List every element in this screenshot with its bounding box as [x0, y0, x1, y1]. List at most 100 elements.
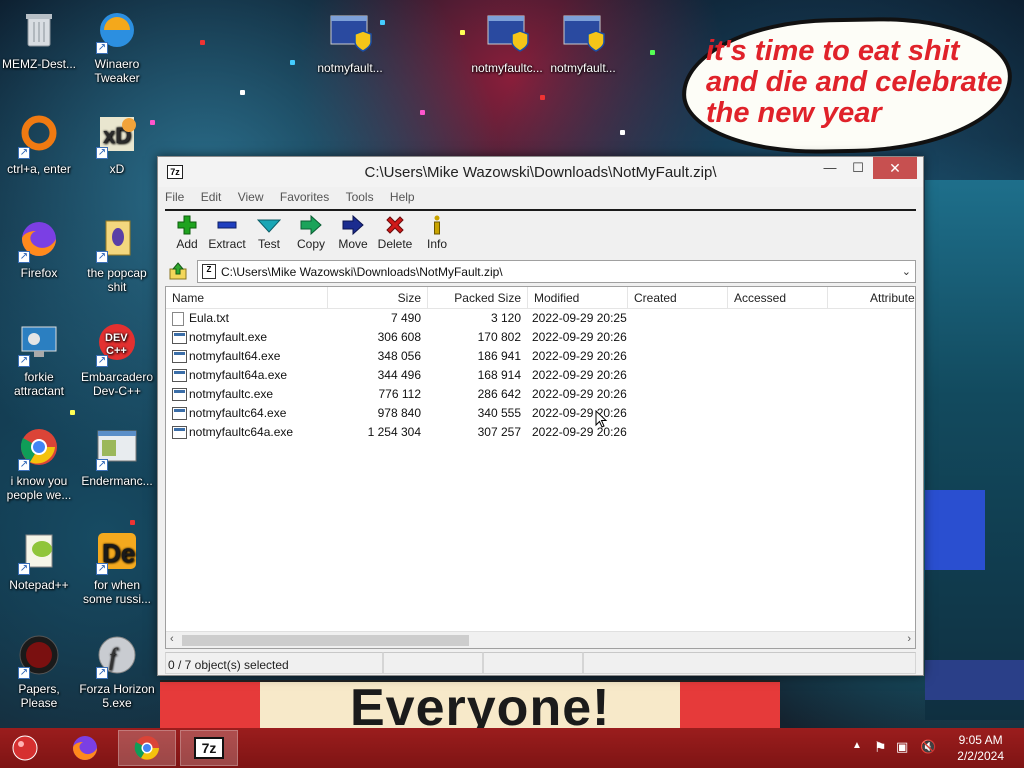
desktop-icon-winaero[interactable]: ↗ Winaero Tweaker [79, 8, 155, 85]
close-button[interactable]: ✕ [873, 157, 917, 179]
delete-button[interactable]: Delete [373, 213, 417, 251]
zip-archive-icon: Z [202, 264, 216, 279]
column-header-created[interactable]: Created [628, 287, 728, 309]
info-button[interactable]: Info [415, 213, 459, 251]
recycle-bin-icon [16, 8, 62, 54]
tray-expand-icon[interactable]: ▲ [852, 740, 862, 751]
desktop-icon-firefox[interactable]: ↗ Firefox [1, 217, 77, 280]
file-name: notmyfaultc.exe [189, 387, 274, 401]
title-bar[interactable]: 7z C:\Users\Mike Wazowski\Downloads\NotM… [158, 157, 923, 187]
taskbar-chrome[interactable] [118, 730, 176, 766]
menu-edit[interactable]: Edit [194, 187, 228, 204]
column-header-name[interactable]: Name [166, 287, 328, 309]
desktop-icon-ctrl-a[interactable]: ↗ ctrl+a, enter [1, 113, 77, 176]
desktop-icon-forkie[interactable]: ↗ forkie attractant [1, 321, 77, 398]
column-header-attributes[interactable]: Attribute [828, 287, 915, 309]
action-center-flag-icon[interactable]: ⚑ [874, 739, 887, 756]
menu-tools[interactable]: Tools [339, 187, 380, 204]
winaero-icon: ↗ [94, 8, 140, 54]
file-packed-size: 286 642 [477, 387, 521, 401]
scroll-right-icon[interactable]: › [907, 633, 911, 645]
table-row[interactable]: Eula.txt 7 490 3 120 2022-09-29 20:25 [166, 309, 915, 328]
status-selection-panel: 0 / 7 object(s) selected [165, 652, 383, 674]
network-icon[interactable]: ▣ [896, 739, 908, 755]
xd-icon: xD ↗ [94, 113, 140, 159]
taskbar-7zip[interactable]: 7z [180, 730, 238, 766]
chevron-down-icon[interactable]: ⌄ [902, 265, 911, 278]
desktop-icon-notmyfaultc[interactable]: notmyfaultc... [469, 12, 545, 75]
file-modified: 2022-09-29 20:26 [532, 406, 627, 420]
taskbar-firefox[interactable] [56, 730, 114, 766]
test-button[interactable]: Test [247, 213, 291, 251]
column-header-packed-size[interactable]: Packed Size [428, 287, 528, 309]
clock-time: 9:05 AM [958, 733, 1003, 747]
desktop-icon-devcpp[interactable]: DEV C++ ↗ Embarcadero Dev-C++ [79, 321, 155, 398]
wallpaper-sign-aero [925, 660, 1024, 700]
file-packed-size: 307 257 [477, 425, 521, 439]
desktop-icon-memz[interactable]: MEMZ-Dest... [1, 8, 77, 71]
desktop-icon-notmyfault-1[interactable]: notmyfault... [312, 12, 388, 75]
desktop-icon-notmyfault-2[interactable]: notmyfault... [545, 12, 621, 75]
file-modified: 2022-09-29 20:25 [532, 311, 627, 325]
menu-file[interactable]: File [158, 187, 190, 204]
table-row[interactable]: notmyfault64a.exe 344 496 168 914 2022-0… [166, 366, 915, 385]
desktop-icon-label: i know you people we... [6, 474, 72, 502]
maximize-button[interactable]: ☐ [843, 157, 873, 179]
extract-icon [205, 213, 249, 237]
extract-button[interactable]: Extract [205, 213, 249, 251]
desktop-icon-endermanch[interactable]: ↗ Endermanc... [79, 425, 155, 488]
selection-status: 0 / 7 object(s) selected [168, 658, 289, 672]
speech-bubble-text: it's time to eat shit and die and celebr… [706, 35, 1003, 129]
menu-help[interactable]: Help [383, 187, 421, 204]
chrome-icon: ↗ [16, 425, 62, 471]
file-name: notmyfault64a.exe [189, 368, 288, 382]
table-row[interactable]: notmyfaultc64a.exe 1 254 304 307 257 202… [166, 423, 915, 442]
menu-favorites[interactable]: Favorites [273, 187, 335, 204]
file-name: notmyfault64.exe [189, 349, 281, 363]
desktop-icon-xd[interactable]: xD ↗ xD [79, 113, 155, 176]
scrollbar-thumb[interactable] [182, 635, 469, 646]
start-button[interactable] [0, 730, 50, 766]
desktop-icon-chrome[interactable]: ↗ i know you people we... [1, 425, 77, 502]
file-size: 348 056 [377, 349, 421, 363]
copy-button[interactable]: Copy [289, 213, 333, 251]
address-path: C:\Users\Mike Wazowski\Downloads\NotMyFa… [221, 265, 503, 279]
clock[interactable]: 9:05 AM 2/2/2024 [957, 732, 1004, 764]
move-button[interactable]: Move [331, 213, 375, 251]
column-header-modified[interactable]: Modified [528, 287, 628, 309]
desktop-icon-papers-please[interactable]: ↗ Papers, Please [1, 633, 77, 710]
desktop-icon-de[interactable]: De ↗ for when some russi... [79, 529, 155, 606]
desktop-icon-forza[interactable]: f ↗ Forza Horizon 5.exe [79, 633, 155, 710]
start-orb-icon [12, 735, 38, 761]
desktop-icon-label: Endermanc... [81, 474, 153, 488]
shortcut-arrow-icon: ↗ [96, 42, 108, 54]
file-size: 7 490 [390, 311, 421, 325]
column-header-accessed[interactable]: Accessed [728, 287, 828, 309]
system-tray: ▲ ⚑ ▣ 🔇 [842, 728, 942, 768]
volume-muted-icon[interactable]: 🔇 [920, 739, 936, 755]
menu-bar: File Edit View Favorites Tools Help [158, 187, 923, 209]
7zip-icon: 7z [194, 737, 224, 759]
firefox-icon [73, 736, 97, 760]
desktop-icon-label: Papers, Please [18, 682, 60, 710]
table-row[interactable]: notmyfaultc.exe 776 112 286 642 2022-09-… [166, 385, 915, 404]
table-row[interactable]: notmyfault64.exe 348 056 186 941 2022-09… [166, 347, 915, 366]
file-packed-size: 3 120 [490, 311, 521, 325]
up-folder-button[interactable] [167, 261, 189, 281]
executable-file-icon [172, 331, 187, 344]
table-row[interactable]: notmyfault.exe 306 608 170 802 2022-09-2… [166, 328, 915, 347]
table-row[interactable]: notmyfaultc64.exe 978 840 340 555 2022-0… [166, 404, 915, 423]
address-field[interactable]: Z C:\Users\Mike Wazowski\Downloads\NotMy… [197, 260, 916, 283]
horizontal-scrollbar[interactable]: ‹ › [166, 631, 915, 648]
column-header-size[interactable]: Size [328, 287, 428, 309]
menu-view[interactable]: View [231, 187, 270, 204]
move-icon [331, 213, 375, 237]
minimize-button[interactable]: — [815, 157, 845, 179]
scroll-left-icon[interactable]: ‹ [170, 633, 174, 645]
add-button[interactable]: Add [165, 213, 209, 251]
desktop-icon-popcap[interactable]: ↗ the popcap shit [79, 217, 155, 294]
executable-file-icon [172, 407, 187, 420]
papers-please-icon: ↗ [16, 633, 62, 679]
shortcut-arrow-icon: ↗ [18, 355, 30, 367]
desktop-icon-notepadpp[interactable]: ↗ Notepad++ [1, 529, 77, 592]
